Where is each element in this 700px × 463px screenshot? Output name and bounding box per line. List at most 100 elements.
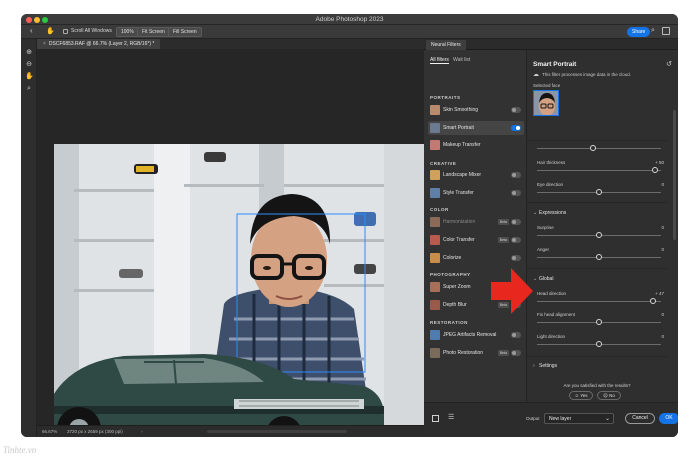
yes-feedback-button[interactable]: ☺ Yes bbox=[569, 391, 593, 400]
tab-all-filters[interactable]: All filters bbox=[430, 57, 449, 64]
hand-tool-icon: ✋ bbox=[46, 28, 55, 35]
head-direction-slider[interactable] bbox=[537, 301, 661, 302]
filter-landscape-mixer[interactable]: Landscape Mixer bbox=[428, 168, 524, 182]
fill-screen-button[interactable]: Fill Screen bbox=[168, 27, 202, 37]
filter-makeup-transfer[interactable]: Makeup Transfer bbox=[428, 138, 524, 152]
document-tab[interactable]: × DSCF6853.RAF @ 66.7% (Layer 2, RGB/16*)… bbox=[37, 39, 161, 49]
home-icon[interactable]: ‹ bbox=[30, 26, 33, 35]
workspace-icon[interactable] bbox=[662, 27, 670, 35]
light-direction-knob[interactable] bbox=[596, 341, 602, 347]
document-tab-title: DSCF6853.RAF @ 66.7% (Layer 2, RGB/16*) … bbox=[48, 41, 155, 47]
head-direction-label: Head direction bbox=[537, 291, 567, 296]
settings-title: Smart Portrait bbox=[533, 61, 577, 68]
filter-thumbnail bbox=[430, 105, 440, 115]
filter-label: Landscape Mixer bbox=[443, 172, 482, 178]
filter-toggle[interactable] bbox=[511, 219, 521, 225]
app-title: Adobe Photoshop 2023 bbox=[315, 16, 384, 23]
filter-toggle[interactable] bbox=[511, 350, 521, 356]
filter-harmonization[interactable]: Harmonization Beta bbox=[428, 215, 524, 229]
preview-toggle-icon[interactable] bbox=[432, 415, 439, 422]
divider bbox=[527, 202, 667, 203]
filter-thumbnail bbox=[430, 300, 440, 310]
cloud-processing-note: This filter processes image data in the … bbox=[542, 72, 632, 77]
filter-thumbnail bbox=[430, 330, 440, 340]
slider-track[interactable] bbox=[537, 148, 661, 149]
rotate-view-icon[interactable]: ⊕ bbox=[25, 49, 33, 57]
neural-filters-panel-tab[interactable]: Neural Filters bbox=[426, 40, 466, 50]
filter-toggle[interactable] bbox=[511, 237, 521, 243]
filter-thumbnail bbox=[430, 188, 440, 198]
cancel-button[interactable]: Cancel bbox=[625, 413, 655, 424]
filter-skin-smoothing[interactable]: Skin Smoothing bbox=[428, 103, 524, 117]
scroll-all-windows-checkbox[interactable] bbox=[63, 29, 68, 34]
global-section-label: Global bbox=[539, 276, 554, 282]
zoom-level[interactable]: 66.67% bbox=[42, 426, 57, 437]
no-label: No bbox=[609, 393, 615, 398]
options-bar: ‹ ✋ Scroll All Windows 100% Fit Screen F… bbox=[21, 25, 678, 39]
filter-label: Harmonization bbox=[443, 219, 476, 225]
filter-photo-restoration[interactable]: Photo Restoration Beta bbox=[428, 346, 524, 360]
zoom-tool-icon[interactable]: ⌕ bbox=[25, 85, 33, 93]
no-feedback-button[interactable]: ☹ No bbox=[597, 391, 621, 400]
filter-toggle[interactable] bbox=[511, 107, 521, 113]
beta-badge: Beta bbox=[497, 219, 509, 225]
annotation-arrow bbox=[491, 268, 533, 314]
reset-icon[interactable]: ↺ bbox=[666, 60, 672, 68]
selected-face-thumbnail[interactable] bbox=[533, 90, 559, 116]
filter-color-transfer[interactable]: Color Transfer Beta bbox=[428, 233, 524, 247]
settings-scrollbar[interactable] bbox=[673, 110, 676, 240]
filter-smart-portrait[interactable]: Smart Portrait bbox=[428, 121, 524, 135]
category-photography: PHOTOGRAPHY bbox=[430, 272, 471, 277]
fix-head-alignment-knob[interactable] bbox=[596, 319, 602, 325]
share-button[interactable]: Share bbox=[627, 27, 651, 37]
watermark: Tinhte.vn bbox=[3, 445, 37, 455]
zoom-100-button[interactable]: 100% bbox=[116, 27, 139, 37]
zoom-out-icon[interactable]: ⊖ bbox=[25, 61, 33, 69]
hair-thickness-value: + 50 bbox=[655, 160, 664, 165]
anger-value: 0 bbox=[661, 247, 664, 252]
hair-thickness-slider[interactable] bbox=[537, 170, 661, 171]
output-select[interactable]: New layer ⌄ bbox=[544, 413, 614, 424]
filter-jpeg-artifacts-removal[interactable]: JPEG Artifacts Removal bbox=[428, 328, 524, 342]
status-menu-chevron-icon[interactable]: › bbox=[141, 426, 143, 437]
filter-thumbnail bbox=[430, 348, 440, 358]
filter-toggle[interactable] bbox=[511, 125, 521, 131]
hair-thickness-knob[interactable] bbox=[652, 167, 658, 173]
eye-direction-knob[interactable] bbox=[596, 189, 602, 195]
document-canvas[interactable] bbox=[37, 49, 434, 437]
fit-screen-button[interactable]: Fit Screen bbox=[137, 27, 170, 37]
filter-toggle[interactable] bbox=[511, 190, 521, 196]
filter-label: JPEG Artifacts Removal bbox=[443, 332, 497, 338]
global-section-header[interactable]: ⌄ Global bbox=[533, 276, 553, 282]
selected-face-label: Selected face bbox=[533, 83, 561, 88]
hand-tool-icon[interactable]: ✋ bbox=[25, 73, 34, 81]
close-tab-icon[interactable]: × bbox=[43, 41, 46, 47]
eye-direction-value: 0 bbox=[661, 182, 664, 187]
filter-colorize[interactable]: Colorize bbox=[428, 251, 524, 265]
search-icon[interactable]: ⌕ bbox=[651, 27, 655, 35]
filter-toggle[interactable] bbox=[511, 332, 521, 338]
head-direction-knob[interactable] bbox=[650, 298, 656, 304]
surprise-knob[interactable] bbox=[596, 232, 602, 238]
fix-head-alignment-value: 0 bbox=[661, 312, 664, 317]
category-color: COLOR bbox=[430, 207, 449, 212]
expressions-section-header[interactable]: ⌄ Expressions bbox=[533, 210, 566, 216]
filter-toggle[interactable] bbox=[511, 255, 521, 261]
filter-style-transfer[interactable]: Style Transfer bbox=[428, 186, 524, 200]
anger-knob[interactable] bbox=[596, 254, 602, 260]
slider-knob[interactable] bbox=[590, 145, 596, 151]
anger-label: Anger bbox=[537, 247, 550, 252]
layers-icon[interactable]: ☰ bbox=[448, 413, 454, 421]
ok-button[interactable]: OK bbox=[659, 413, 678, 424]
tab-wait-list[interactable]: Wait list bbox=[453, 57, 470, 63]
document-dimensions: 3720 px x 2659 px (300 ppi) bbox=[67, 429, 123, 434]
filter-toggle[interactable] bbox=[511, 172, 521, 178]
thumbs-up-icon: ☺ bbox=[574, 393, 580, 398]
settings-section-label: Settings bbox=[539, 363, 558, 369]
cloud-icon: ☁ bbox=[533, 72, 539, 78]
horizontal-scrollbar[interactable] bbox=[207, 430, 347, 433]
photoshop-window: Adobe Photoshop 2023 ‹ ✋ Scroll All Wind… bbox=[21, 14, 678, 437]
filter-thumbnail bbox=[430, 123, 440, 133]
output-label: Output bbox=[526, 416, 540, 421]
settings-section-header[interactable]: › Settings bbox=[533, 363, 557, 369]
